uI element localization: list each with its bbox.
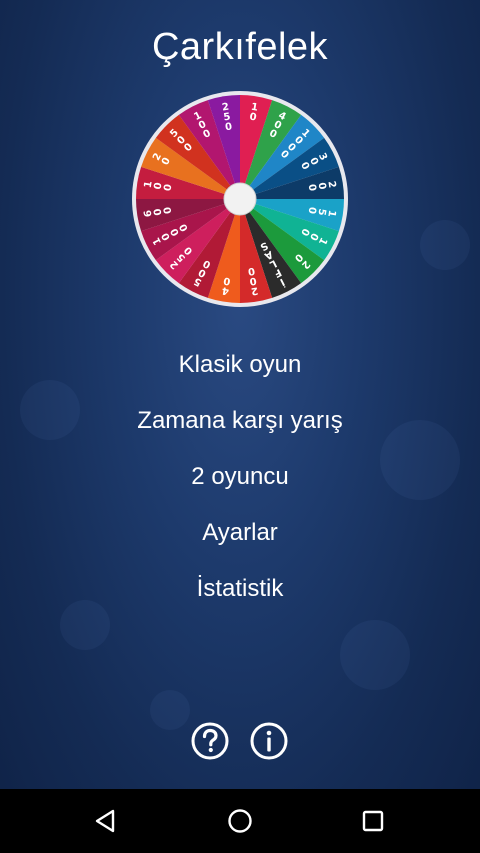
wheel-graphic: 10 400 1000 30020015010020İFLAS200405002501… <box>132 91 348 307</box>
main-menu: Klasik oyun Zamana karşı yarış 2 oyuncu … <box>0 340 480 620</box>
app-screen: Çarkıfelek 10400100030020015010020İFLAS2… <box>0 0 480 853</box>
home-circle-icon <box>228 809 252 833</box>
menu-item-two-players[interactable]: 2 oyuncu <box>0 452 480 508</box>
menu-item-statistics[interactable]: İstatistik <box>0 564 480 620</box>
home-button[interactable] <box>224 805 256 837</box>
back-button[interactable] <box>90 805 122 837</box>
back-triangle-icon <box>95 809 115 833</box>
wheel-hub <box>223 182 257 216</box>
info-circle-icon <box>250 722 288 760</box>
background-bokeh <box>150 690 190 730</box>
menu-item-time-race[interactable]: Zamana karşı yarış <box>0 396 480 452</box>
question-circle-icon <box>191 722 229 760</box>
recents-button[interactable] <box>357 805 389 837</box>
menu-item-settings[interactable]: Ayarlar <box>0 508 480 564</box>
menu-item-classic-game[interactable]: Klasik oyun <box>0 340 480 396</box>
background-bokeh <box>420 220 470 270</box>
recents-square-icon <box>362 810 384 832</box>
app-title: Çarkıfelek <box>151 26 329 68</box>
wheel-of-fortune[interactable]: 10400100030020015010020İFLAS200405002501… <box>130 89 350 309</box>
system-navigation-bar <box>0 789 480 853</box>
help-button[interactable] <box>191 722 229 760</box>
background-bokeh <box>340 620 410 690</box>
info-button[interactable] <box>250 722 288 760</box>
